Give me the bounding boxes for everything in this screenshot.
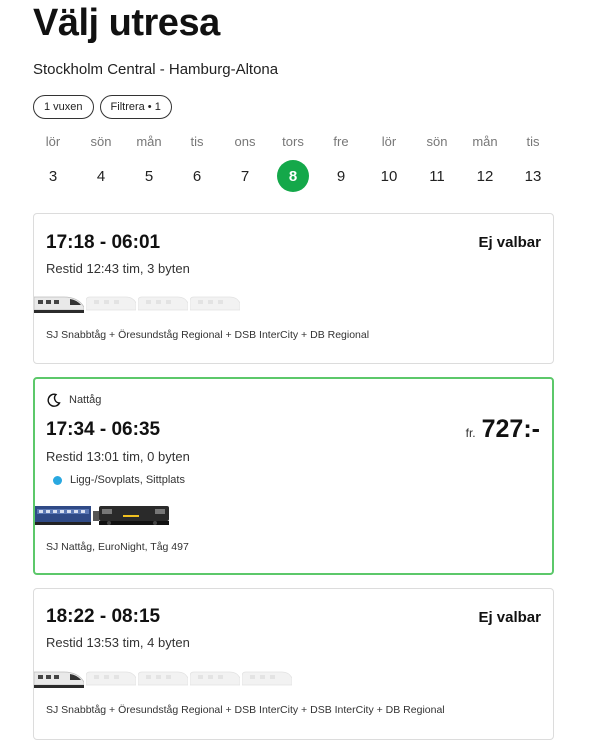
- trip-time: 17:18 - 06:01: [46, 232, 161, 253]
- date-weekday: ons: [234, 134, 256, 149]
- date-weekday: sön: [90, 134, 112, 149]
- regional-train-icon: [86, 671, 136, 686]
- high-speed-train-icon: [34, 296, 84, 313]
- price: fr. 727:-: [466, 415, 540, 444]
- date-weekday: sön: [426, 134, 448, 149]
- date-number: 7: [240, 167, 250, 185]
- train-icons: [34, 291, 240, 313]
- trip-duration: Restid 12:43 tim, 3 byten: [46, 261, 190, 276]
- train-types: SJ Snabbtåg + Öresundståg Regional + DSB…: [46, 704, 445, 716]
- seat-dot-icon: [53, 475, 62, 485]
- date-number: 6: [192, 167, 202, 185]
- night-train-label: Nattåg: [69, 394, 102, 406]
- price-prefix: fr.: [465, 426, 476, 440]
- date-item[interactable]: fre 9: [321, 132, 361, 192]
- price-value: 727:-: [481, 415, 540, 443]
- locomotive-icon: [93, 506, 169, 525]
- train-icons: [34, 666, 292, 688]
- date-item[interactable]: sön 4: [81, 132, 121, 192]
- date-weekday: tis: [190, 134, 204, 149]
- train-types: SJ Nattåg, EuroNight, Tåg 497: [46, 541, 189, 553]
- trip-time: 18:22 - 08:15: [46, 606, 161, 627]
- date-weekday: mån: [472, 134, 498, 149]
- date-number: 12: [476, 167, 494, 185]
- date-weekday: tis: [526, 134, 540, 149]
- train-icons: [35, 503, 171, 525]
- date-weekday: lör: [381, 134, 397, 149]
- date-number: 13: [524, 167, 542, 185]
- date-number: 3: [48, 167, 58, 185]
- moon-icon: [47, 393, 61, 407]
- date-item[interactable]: lör 3: [33, 132, 73, 192]
- date-item[interactable]: mån 5: [129, 132, 169, 192]
- date-number-selected: 8: [277, 160, 309, 192]
- date-weekday: fre: [333, 134, 349, 149]
- trip-card-selected[interactable]: Nattåg 17:34 - 06:35 fr. 727:- Restid 13…: [33, 377, 554, 575]
- trip-status: Ej valbar: [478, 609, 541, 626]
- trip-duration: Restid 13:01 tim, 0 byten: [46, 449, 190, 464]
- trip-card[interactable]: 18:22 - 08:15 Ej valbar Restid 13:53 tim…: [33, 588, 554, 740]
- regional-train-icon: [86, 296, 136, 311]
- page-title: Välj utresa: [33, 2, 220, 44]
- high-speed-train-icon: [34, 671, 84, 688]
- regional-train-icon: [138, 671, 188, 686]
- date-item[interactable]: mån 12: [465, 132, 505, 192]
- regional-train-icon: [242, 671, 292, 686]
- date-item[interactable]: ons 7: [225, 132, 265, 192]
- route-label: Stockholm Central - Hamburg-Altona: [33, 61, 279, 78]
- night-train-badge: Nattåg: [47, 393, 101, 407]
- date-number: 5: [144, 167, 154, 185]
- date-picker: lör 3 sön 4 mån 5 tis 6 ons 7 tors 8 fre 9 lör 10 sön 11 m…: [33, 132, 553, 192]
- date-item[interactable]: tis 13: [513, 132, 553, 192]
- passengers-button[interactable]: 1 vuxen: [33, 95, 94, 119]
- date-item[interactable]: tis 6: [177, 132, 217, 192]
- date-number: 9: [336, 167, 346, 185]
- regional-train-icon: [138, 296, 188, 311]
- date-number: 4: [96, 167, 106, 185]
- date-weekday: mån: [136, 134, 162, 149]
- date-number: 11: [429, 167, 445, 185]
- date-item[interactable]: sön 11: [417, 132, 457, 192]
- date-item[interactable]: tors 8: [273, 132, 313, 192]
- trip-time: 17:34 - 06:35: [46, 419, 161, 440]
- night-train-car-icon: [35, 506, 91, 525]
- filter-button[interactable]: Filtrera • 1: [99, 95, 172, 119]
- trip-card[interactable]: 17:18 - 06:01 Ej valbar Restid 12:43 tim…: [33, 213, 554, 364]
- date-weekday: lör: [45, 134, 61, 149]
- date-weekday: tors: [282, 134, 304, 149]
- regional-train-icon: [190, 671, 240, 686]
- regional-train-icon: [190, 296, 240, 311]
- trip-status: Ej valbar: [478, 234, 541, 251]
- trip-duration: Restid 13:53 tim, 4 byten: [46, 635, 190, 650]
- seat-types: Ligg-/Sovplats, Sittplats: [53, 474, 185, 486]
- train-types: SJ Snabbtåg + Öresundståg Regional + DSB…: [46, 329, 370, 341]
- date-item[interactable]: lör 10: [369, 132, 409, 192]
- date-number: 10: [380, 167, 398, 185]
- seat-types-label: Ligg-/Sovplats, Sittplats: [70, 474, 185, 486]
- filter-chips: 1 vuxen Filtrera • 1: [33, 95, 172, 119]
